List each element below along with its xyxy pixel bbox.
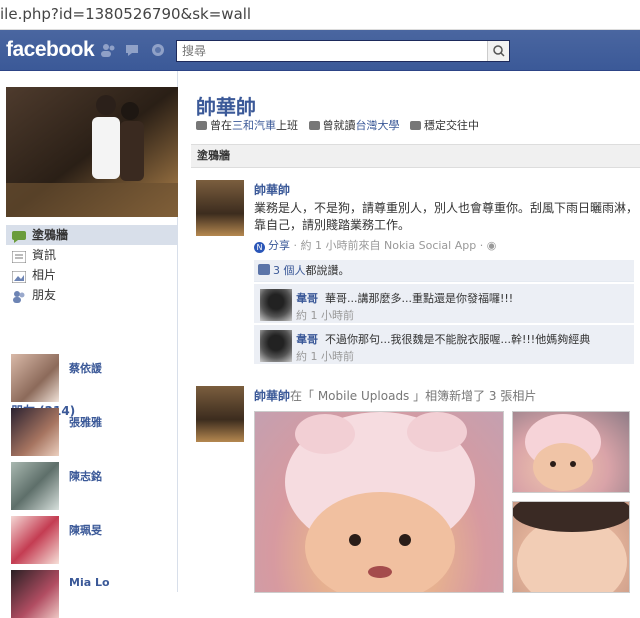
sidebar-item-label: 相片 (32, 268, 57, 282)
friend-name[interactable]: 陳珮旻 (69, 522, 102, 538)
facebook-header: facebook (0, 30, 640, 71)
sidebar-item-photos[interactable]: 相片 (6, 265, 178, 285)
commenter-name[interactable]: 韋哥 (296, 292, 318, 305)
friend-requests-icon[interactable] (100, 43, 116, 57)
relationship-status: 穩定交往中 (424, 119, 479, 132)
post-text: 業務是人，不是狗，請尊重別人，別人也會尊重你。刮風下雨日曬雨淋，靠自己，請別賤踏… (254, 201, 639, 232)
post-author-avatar[interactable] (196, 386, 244, 442)
work-link[interactable]: 三和汽車 (232, 119, 276, 132)
facebook-logo[interactable]: facebook (6, 38, 95, 62)
likes-count[interactable]: 3 個人 (273, 264, 306, 277)
school-icon (308, 121, 320, 130)
wall-tab[interactable]: 塗鴉牆 (191, 144, 640, 168)
commenter-name[interactable]: 韋哥 (296, 333, 318, 346)
commenter-avatar[interactable] (260, 289, 292, 321)
globe-icon: ◉ (486, 239, 497, 252)
friends-icon (12, 289, 26, 303)
friend-item[interactable]: 陳志銘 (11, 462, 171, 510)
messages-icon[interactable] (125, 43, 141, 57)
school-prefix: 曾就讀 (322, 119, 356, 132)
likes-suffix: 都說讚。 (305, 264, 350, 277)
post-author-avatar[interactable] (196, 180, 244, 236)
friend-item[interactable]: Mia Lo (11, 570, 171, 618)
friend-avatar[interactable] (11, 354, 59, 402)
wall-icon (12, 229, 26, 243)
comment-time: 約 1 小時前 (296, 309, 354, 322)
profile-name[interactable]: 帥華帥 (196, 91, 256, 120)
friend-name[interactable]: 蔡依諼 (69, 360, 102, 376)
photos-icon (11, 269, 27, 284)
sidebar-item-label: 塗鴉牆 (32, 228, 69, 242)
info-icon (11, 249, 27, 264)
work-prefix: 曾在 (210, 119, 232, 132)
search-button[interactable] (487, 41, 509, 61)
friend-name[interactable]: 張雅雅 (69, 414, 102, 430)
sidebar-item-label: 資訊 (32, 248, 57, 262)
post-time: · 約 1 小時前來自 Nokia Social App · (293, 239, 484, 252)
post-author-name[interactable]: 帥華帥 (254, 181, 290, 198)
post-author-name[interactable]: 帥華帥 (254, 389, 290, 403)
friend-avatar[interactable] (11, 570, 59, 618)
friend-item[interactable]: 蔡依諼 (11, 354, 171, 402)
notifications-icon[interactable] (150, 43, 166, 57)
likes-summary: 3 個人都說讚。 (254, 260, 634, 282)
school-link[interactable]: 台灣大學 (356, 119, 400, 132)
friend-avatar[interactable] (11, 462, 59, 510)
url-text: ile.php?id=1380526790&sk=wall (0, 5, 252, 23)
work-suffix: 上班 (276, 119, 298, 132)
post-photo[interactable] (512, 411, 630, 493)
comment-text: 華哥...講那麼多...重點還是你發福囉!!! (325, 292, 514, 305)
sidebar-item-wall[interactable]: 塗鴉牆 (6, 225, 178, 245)
comment: 韋哥 不過你那句...我很魏是不能脫衣服喔...幹!!!他媽夠經典 約 1 小時… (254, 324, 634, 364)
sidebar-item-label: 朋友 (32, 288, 57, 302)
browser-url-bar[interactable]: ile.php?id=1380526790&sk=wall (0, 0, 640, 30)
heart-icon (410, 121, 421, 130)
profile-picture[interactable] (6, 87, 178, 217)
work-icon (196, 121, 207, 130)
like-icon (258, 264, 270, 275)
main-content: 帥華帥 曾在三和汽車上班 曾就讀台灣大學 穩定交往中 塗鴉牆 帥華帥 業務是人，… (191, 71, 640, 593)
search-box (176, 40, 510, 62)
nokia-icon: N (254, 242, 265, 253)
post-meta: N 分享 · 約 1 小時前來自 Nokia Social App · ◉ (254, 237, 496, 253)
post-photo[interactable] (254, 411, 504, 593)
comment-text: 不過你那句...我很魏是不能脫衣服喔...幹!!!他媽夠經典 (325, 333, 591, 346)
commenter-avatar[interactable] (260, 330, 292, 362)
friend-item[interactable]: 陳珮旻 (11, 516, 171, 564)
left-column: 塗鴉牆 資訊 相片 朋友 朋友 (214) 蔡依諼 張雅雅 陳志銘 陳珮旻 Mi… (0, 71, 178, 618)
album-upload-text: 在「 Mobile Uploads 」相簿新增了 3 張相片 (290, 389, 537, 403)
friend-name[interactable]: Mia Lo (69, 576, 110, 589)
post-header: 帥華帥在「 Mobile Uploads 」相簿新增了 3 張相片 (254, 387, 536, 404)
friend-name[interactable]: 陳志銘 (69, 468, 102, 484)
share-link[interactable]: 分享 (268, 239, 290, 252)
comment: 韋哥 華哥...講那麼多...重點還是你發福囉!!! 約 1 小時前 (254, 283, 634, 323)
comment-time: 約 1 小時前 (296, 350, 354, 363)
post-photo[interactable] (512, 501, 630, 593)
sidebar-item-friends[interactable]: 朋友 (6, 285, 178, 305)
friend-item[interactable]: 張雅雅 (11, 408, 171, 456)
search-icon (493, 45, 505, 57)
search-input[interactable] (177, 41, 487, 61)
profile-info: 曾在三和汽車上班 曾就讀台灣大學 穩定交往中 (196, 117, 479, 133)
friend-avatar[interactable] (11, 516, 59, 564)
friend-avatar[interactable] (11, 408, 59, 456)
sidebar-item-info[interactable]: 資訊 (6, 245, 178, 265)
